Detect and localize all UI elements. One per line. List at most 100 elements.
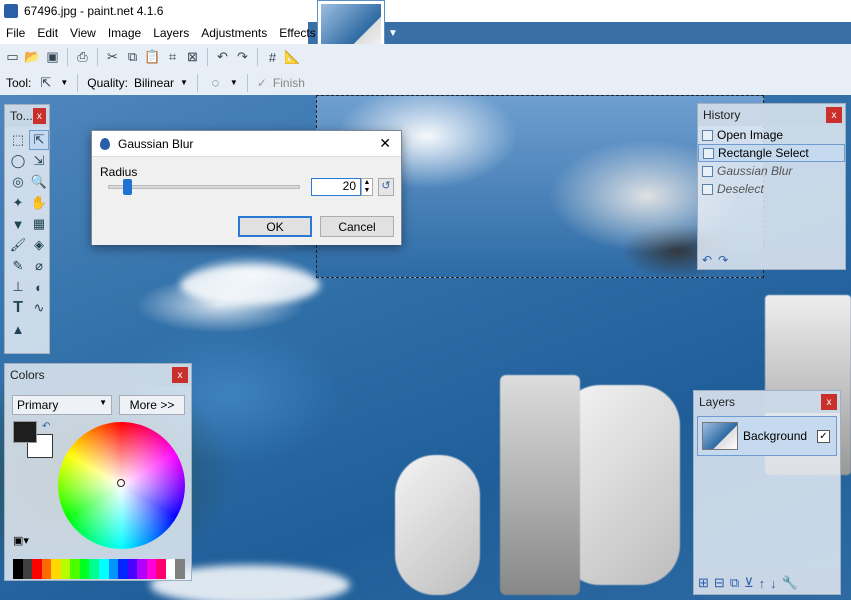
- paintbrush-icon[interactable]: 🖌: [8, 235, 28, 255]
- layer-properties-icon[interactable]: 🔧: [782, 575, 798, 591]
- ellipse-select-icon[interactable]: ◎: [8, 172, 28, 192]
- cut-icon[interactable]: ✂: [104, 49, 121, 66]
- palette-swatch[interactable]: [98, 559, 109, 579]
- eraser-icon[interactable]: ◈: [29, 235, 49, 255]
- menu-image[interactable]: Image: [102, 26, 147, 40]
- palette-swatch[interactable]: [13, 559, 23, 579]
- palette-swatch[interactable]: [89, 559, 99, 579]
- duplicate-layer-icon[interactable]: ⧉: [730, 575, 739, 591]
- palette-swatch[interactable]: [118, 559, 128, 579]
- deselect-icon[interactable]: ⊠: [184, 49, 201, 66]
- shapes-icon[interactable]: ▲: [8, 319, 28, 339]
- gradient-icon[interactable]: ▦: [29, 214, 49, 234]
- radius-slider[interactable]: [108, 185, 300, 189]
- copy-icon[interactable]: ⧉: [124, 49, 141, 66]
- menu-adjustments[interactable]: Adjustments: [195, 26, 273, 40]
- layer-row[interactable]: Background ✓: [697, 416, 837, 456]
- menu-layers[interactable]: Layers: [147, 26, 195, 40]
- save-icon[interactable]: ▣: [44, 49, 61, 66]
- open-icon[interactable]: 📂: [24, 49, 41, 66]
- color-picker-icon[interactable]: ⌀: [29, 256, 49, 276]
- radius-slider-handle[interactable]: [123, 179, 133, 195]
- ruler-icon[interactable]: 📐: [284, 49, 301, 66]
- merge-layer-icon[interactable]: ⊻: [744, 575, 754, 591]
- more-button[interactable]: More >>: [119, 395, 185, 415]
- palette-swatch[interactable]: [79, 559, 90, 579]
- palette-swatch[interactable]: [146, 559, 157, 579]
- close-icon[interactable]: ✕: [379, 135, 391, 152]
- move-selection-icon[interactable]: ⇲: [29, 151, 49, 171]
- palette-swatch[interactable]: [127, 559, 138, 579]
- move-layer-down-icon[interactable]: ↓: [770, 576, 777, 591]
- color-mode-select[interactable]: Primary ▼: [12, 395, 112, 415]
- chevron-down-icon[interactable]: ▼: [230, 78, 238, 87]
- undo-icon[interactable]: ↶: [702, 253, 712, 267]
- palette-swatch[interactable]: [108, 559, 119, 579]
- color-wheel-marker[interactable]: [117, 479, 125, 487]
- new-icon[interactable]: ▭: [4, 49, 21, 66]
- delete-layer-icon[interactable]: ⊟: [714, 575, 725, 591]
- reset-icon[interactable]: ↺: [378, 178, 394, 196]
- primary-color-swatch[interactable]: [13, 421, 37, 443]
- undo-icon[interactable]: ↶: [214, 49, 231, 66]
- paint-bucket-icon[interactable]: ▼: [8, 214, 28, 234]
- history-item[interactable]: Gaussian Blur: [698, 162, 845, 180]
- radius-input[interactable]: 20: [311, 178, 361, 196]
- palette-swatch[interactable]: [175, 559, 185, 579]
- clone-stamp-icon[interactable]: ⊥: [8, 277, 28, 297]
- close-icon[interactable]: x: [826, 107, 842, 123]
- palette-swatch[interactable]: [51, 559, 61, 579]
- history-item[interactable]: Rectangle Select: [698, 144, 845, 162]
- paste-icon[interactable]: 📋: [144, 49, 161, 66]
- magic-wand-icon[interactable]: ✦: [8, 193, 28, 213]
- chevron-down-icon[interactable]: ▼: [60, 78, 68, 87]
- move-layer-up-icon[interactable]: ↑: [759, 576, 766, 591]
- history-item[interactable]: Deselect: [698, 180, 845, 198]
- lasso-select-icon[interactable]: ◯: [8, 151, 28, 171]
- palette-menu-icon[interactable]: ▣▾: [13, 534, 29, 547]
- redo-icon[interactable]: ↷: [718, 253, 728, 267]
- layer-visibility-checkbox[interactable]: ✓: [817, 429, 830, 443]
- palette-swatch[interactable]: [137, 559, 147, 579]
- pan-icon[interactable]: ✋: [29, 193, 49, 213]
- radius-spinner[interactable]: ▲ ▼: [361, 178, 373, 196]
- swap-colors-icon[interactable]: ↶: [42, 421, 50, 432]
- palette-swatch[interactable]: [165, 559, 176, 579]
- history-item[interactable]: Open Image: [698, 126, 845, 144]
- close-icon[interactable]: x: [172, 367, 188, 383]
- palette-swatch[interactable]: [70, 559, 80, 579]
- move-selection-icon[interactable]: ⇱: [37, 74, 54, 91]
- print-icon[interactable]: ⎙: [74, 49, 91, 66]
- palette-swatch[interactable]: [22, 559, 33, 579]
- finish-button[interactable]: Finish: [273, 76, 305, 90]
- recolor-icon[interactable]: ◐: [29, 277, 49, 297]
- menu-effects[interactable]: Effects: [273, 26, 321, 40]
- close-icon[interactable]: x: [821, 394, 837, 410]
- zoom-icon[interactable]: 🔍: [29, 172, 49, 192]
- text-icon[interactable]: T: [8, 298, 28, 318]
- close-icon[interactable]: x: [32, 108, 46, 124]
- line-curve-icon[interactable]: ∿: [29, 298, 49, 318]
- quality-select[interactable]: Bilinear: [134, 76, 174, 90]
- move-selected-icon[interactable]: ⇱: [29, 130, 49, 150]
- palette-swatch[interactable]: [32, 559, 42, 579]
- tab-menu-icon[interactable]: ▼: [388, 28, 398, 39]
- palette-swatch[interactable]: [41, 559, 52, 579]
- menu-edit[interactable]: Edit: [31, 26, 64, 40]
- menu-file[interactable]: File: [0, 26, 31, 40]
- tools-panel: To... x ⬚ ⇱ ◯ ⇲ ◎ 🔍 ✦ ✋ ▼ ▦ 🖌 ◈ ✎ ⌀ ⊥ ◐ …: [4, 104, 50, 354]
- selection-mode-icon[interactable]: ◌: [207, 74, 224, 91]
- palette-swatch[interactable]: [156, 559, 166, 579]
- color-palette[interactable]: [13, 559, 185, 579]
- chevron-down-icon[interactable]: ▼: [180, 78, 188, 87]
- pencil-icon[interactable]: ✎: [8, 256, 28, 276]
- cancel-button[interactable]: Cancel: [320, 216, 394, 237]
- palette-swatch[interactable]: [60, 559, 71, 579]
- grid-icon[interactable]: #: [264, 49, 281, 66]
- redo-icon[interactable]: ↷: [234, 49, 251, 66]
- ok-button[interactable]: OK: [238, 216, 312, 237]
- crop-icon[interactable]: ⌗: [164, 49, 181, 66]
- menu-view[interactable]: View: [64, 26, 102, 40]
- rectangle-select-icon[interactable]: ⬚: [8, 130, 28, 150]
- add-layer-icon[interactable]: ⊞: [698, 575, 709, 591]
